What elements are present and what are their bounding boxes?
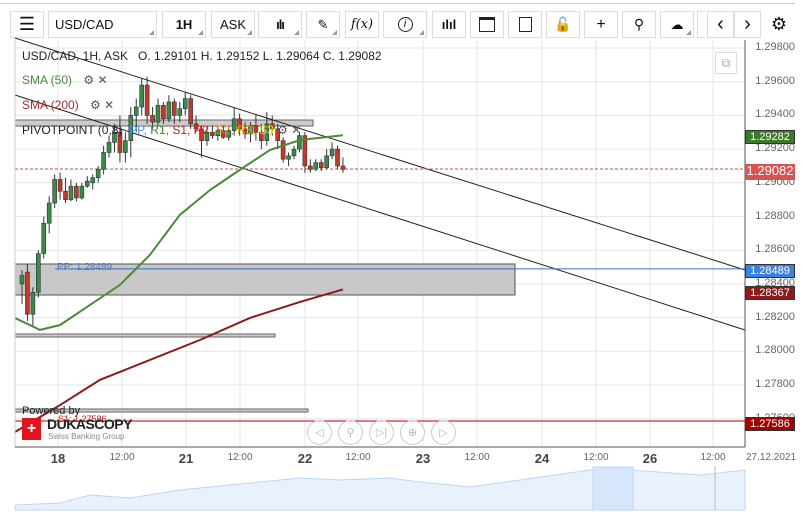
candle (280, 137, 286, 163)
reset-button[interactable]: ▷| (369, 420, 394, 445)
zoom-out-icon: ⚲ (346, 427, 355, 439)
skip-end-icon: ▷| (375, 427, 388, 439)
x-day-label: 18 (50, 451, 66, 466)
triangle-left-icon: ◁ (315, 427, 324, 439)
close-icon[interactable]: ✕ (97, 73, 107, 87)
candle (166, 95, 172, 123)
navigator-window[interactable] (592, 466, 634, 511)
candle (36, 250, 41, 298)
x-day-label: 26 (642, 451, 658, 466)
pivot-legend[interactable]: PIVOTPOINT (0,8) PP, R1, S1, R2, S2, R3,… (22, 123, 301, 137)
sma50-line (14, 134, 344, 331)
x-hour-label: 12:00 (109, 452, 135, 463)
x-day-label: 24 (534, 451, 550, 466)
x-day-label: 22 (297, 451, 313, 466)
close-icon[interactable]: ✕ (104, 98, 114, 112)
zoom-in-button[interactable]: ⊕ (400, 420, 425, 445)
candle (308, 159, 313, 173)
sma50-legend[interactable]: SMA (50) ⚙ ✕ (22, 73, 108, 87)
candle (63, 177, 68, 204)
x-hour-label: 12:00 (700, 452, 726, 463)
candle (79, 182, 85, 200)
candle (95, 165, 101, 183)
sma200-price-tag: 1.28367 (745, 286, 795, 300)
sma200-legend[interactable]: SMA (200) ⚙ ✕ (22, 98, 114, 112)
x-date-label: 27.12.2021 (745, 452, 797, 463)
x-hour-label: 12:00 (464, 452, 490, 463)
pp-label: PP: 1.28489 (57, 262, 113, 273)
sma50-price-tag: 1.29282 (745, 130, 795, 144)
candle (340, 157, 346, 173)
candle (139, 78, 144, 116)
x-hour-label: 12:00 (345, 452, 371, 463)
gear-icon[interactable]: ⚙ (277, 123, 288, 137)
price-tick-label: 1.29600 (755, 74, 795, 87)
popout-icon: ⧉ (721, 56, 731, 70)
x-hour-label: 12:00 (227, 452, 253, 463)
candle (52, 174, 57, 209)
price-tick-label: 1.29800 (755, 41, 795, 53)
swiss-cross-logo: + (22, 418, 41, 440)
x-day-label: 21 (178, 451, 194, 466)
candle (177, 101, 183, 123)
gear-icon[interactable]: ⚙ (83, 73, 94, 87)
candle (57, 172, 63, 200)
current-price-tag: 1.29082 (745, 163, 795, 180)
candle (182, 91, 188, 116)
pp-price-tag: 1.28489 (745, 264, 795, 278)
candle (329, 142, 335, 160)
price-tick-label: 1.28800 (755, 209, 795, 222)
candle (291, 145, 297, 160)
zoom-in-icon: ⊕ (407, 427, 418, 439)
ohlc-values: O. 1.29101 H. 1.29152 L. 1.29064 C. 1.29… (138, 49, 382, 63)
trendline-upper (14, 37, 746, 271)
candle (144, 76, 150, 124)
popout-button[interactable]: ⧉ (715, 52, 737, 74)
candle (101, 145, 106, 175)
drawn-rect-mid (14, 333, 276, 338)
grid (15, 40, 745, 447)
zoom-out-button[interactable]: ⚲ (338, 420, 363, 445)
candle (74, 182, 79, 202)
candle (30, 287, 36, 327)
candle (286, 152, 291, 166)
scroll-left-button[interactable]: ◁ (307, 420, 332, 445)
candle (25, 263, 30, 321)
candle (324, 149, 329, 170)
x-day-label: 23 (415, 451, 431, 466)
candle (46, 196, 52, 234)
price-tick-label: 1.28200 (755, 310, 795, 323)
candle (84, 176, 90, 188)
candle (313, 159, 319, 172)
candle (90, 174, 96, 190)
candle (106, 135, 112, 158)
brand-subtitle: Swiss Banking Group (48, 432, 125, 441)
price-tick-label: 1.28000 (755, 344, 795, 357)
price-tick-label: 1.28600 (755, 243, 795, 256)
gear-icon[interactable]: ⚙ (90, 98, 101, 112)
price-tick-label: 1.27800 (755, 378, 795, 390)
candle (155, 98, 161, 126)
scroll-right-button[interactable]: ▷ (431, 420, 456, 445)
x-hour-label: 12:00 (583, 452, 609, 463)
candle (41, 216, 47, 259)
close-icon[interactable]: ✕ (291, 123, 301, 137)
chart-title: USD/CAD, 1H, ASK O. 1.29101 H. 1.29152 L… (22, 49, 382, 63)
triangle-right-icon: ▷ (439, 427, 448, 439)
price-tick-label: 1.29400 (755, 108, 795, 121)
candle (335, 145, 340, 170)
brand-name: DUKASCOPY (47, 416, 132, 432)
s1-price-tag: 1.27586 (745, 417, 795, 431)
